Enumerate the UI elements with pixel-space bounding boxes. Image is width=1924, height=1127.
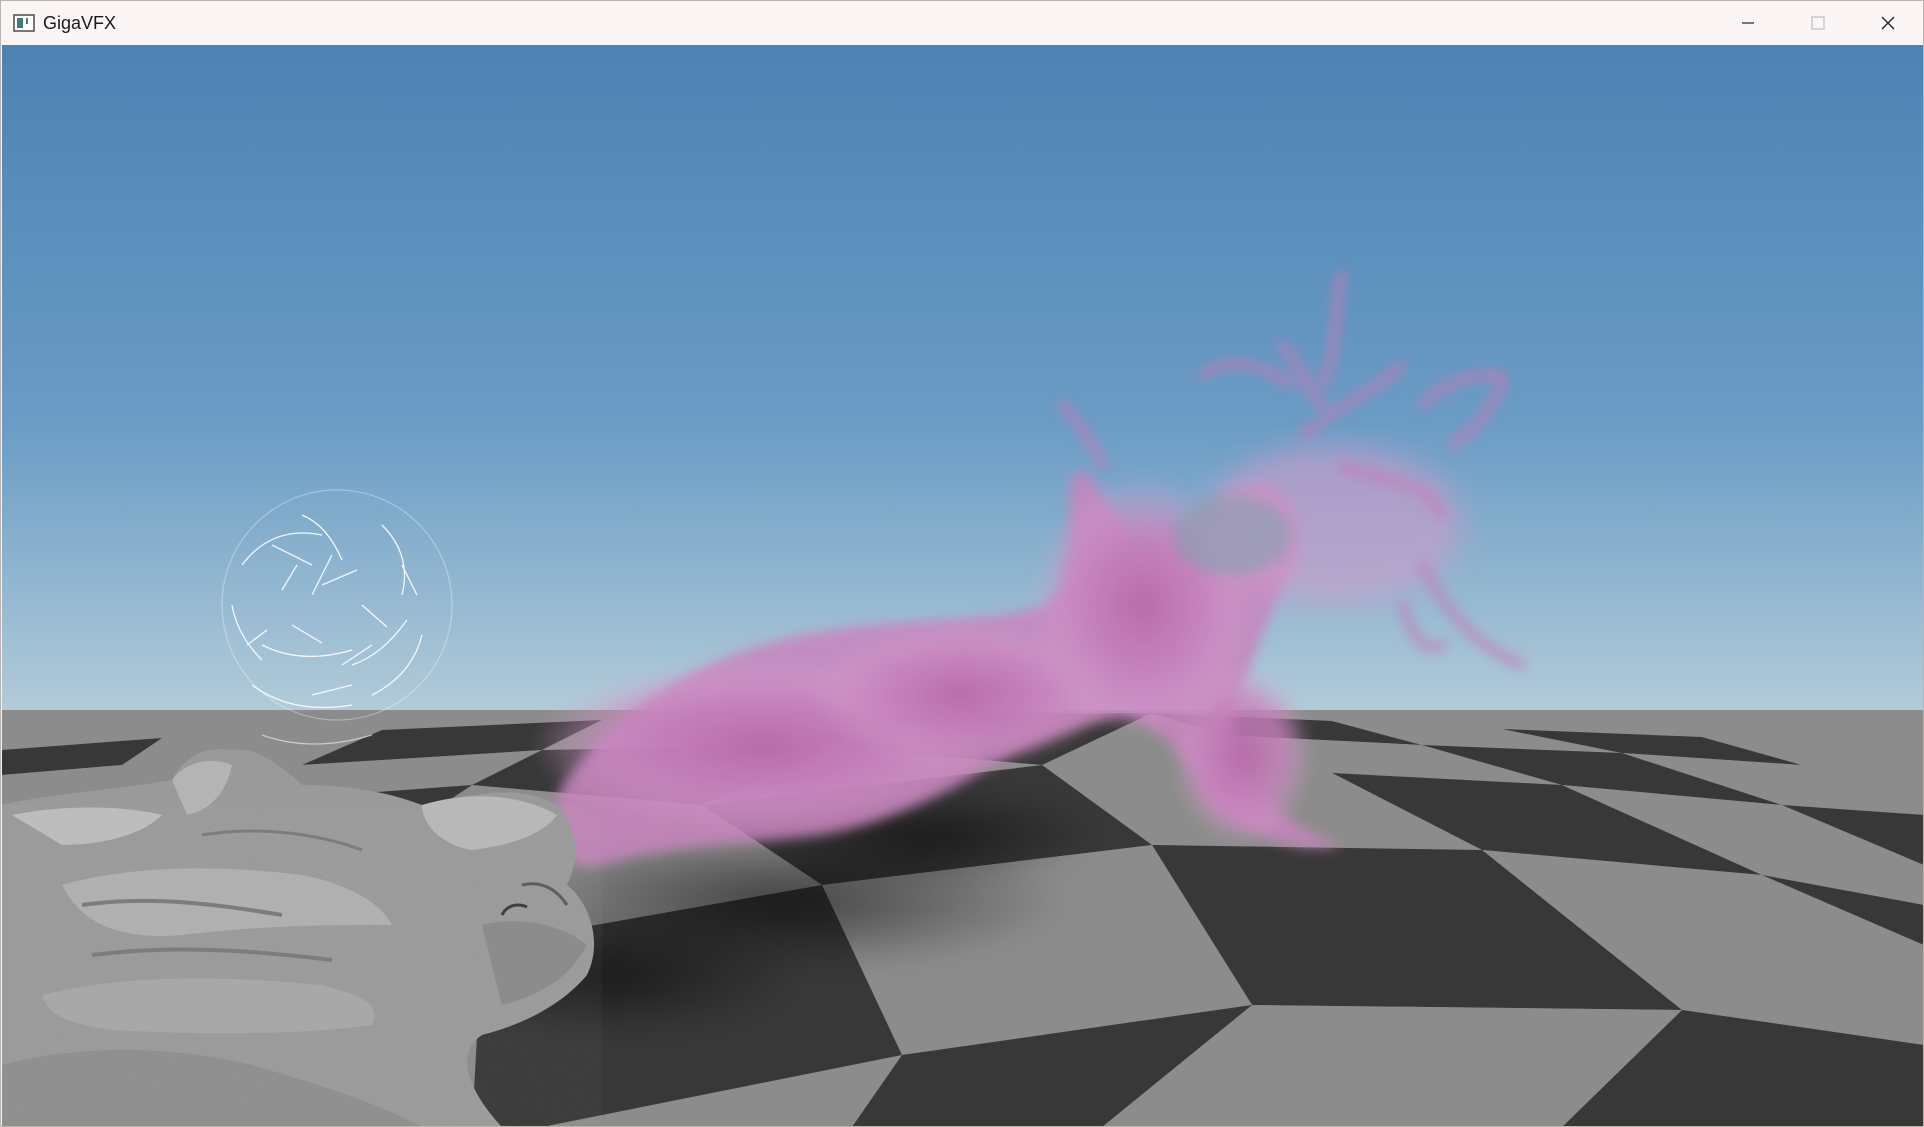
dragon-model — [2, 749, 602, 1126]
title-bar[interactable]: GigaVFX — [1, 1, 1923, 45]
render-viewport[interactable] — [2, 45, 1923, 1126]
caption-buttons — [1713, 1, 1923, 45]
window-title: GigaVFX — [43, 12, 117, 33]
maximize-icon — [1811, 16, 1825, 30]
minimize-icon — [1742, 22, 1754, 24]
close-button[interactable] — [1853, 1, 1923, 45]
app-window-icon — [13, 14, 35, 32]
app-window: GigaVFX — [0, 0, 1924, 1127]
minimize-button[interactable] — [1713, 1, 1783, 45]
scene-canvas — [2, 45, 1923, 1126]
close-icon — [1881, 16, 1895, 30]
maximize-button[interactable] — [1783, 1, 1853, 45]
